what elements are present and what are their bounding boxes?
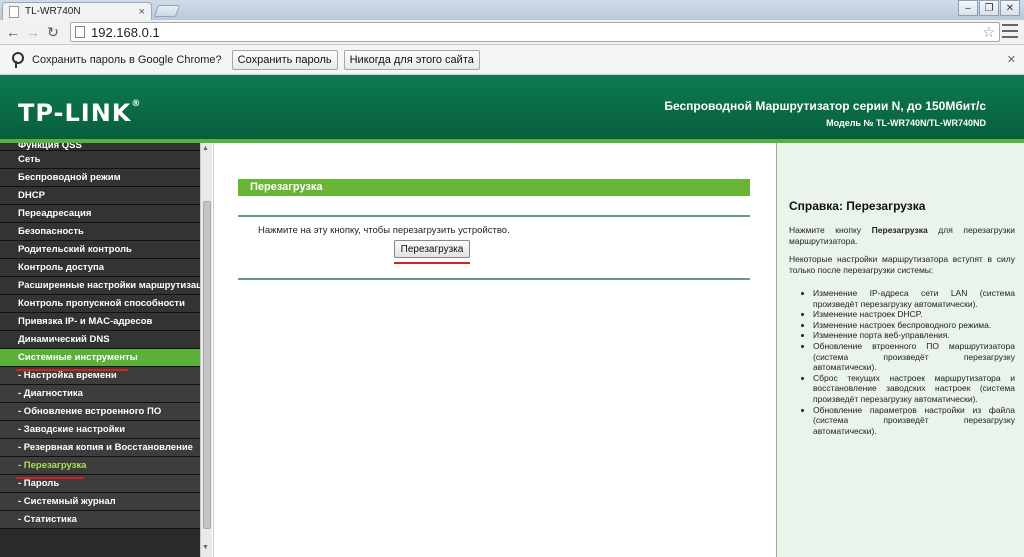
page-title: Перезагрузка: [238, 179, 750, 196]
url-text: 192.168.0.1: [91, 24, 160, 40]
browser-tabstrip: TL-WR740N × – ❐ ✕: [0, 0, 1024, 20]
help-list-item: Изменение настроек беспроводного режима.: [813, 320, 1015, 331]
chrome-menu-icon[interactable]: [1002, 24, 1018, 38]
scroll-up-icon[interactable]: ▲: [202, 145, 209, 152]
router-title: Беспроводной Маршрутизатор серии N, до 1…: [664, 99, 986, 113]
router-header: TP-LINK® Беспроводной Маршрутизатор сери…: [0, 75, 1024, 143]
sidebar-subitem-reboot[interactable]: - Перезагрузка: [0, 457, 200, 475]
browser-tab[interactable]: TL-WR740N ×: [2, 2, 152, 20]
restore-icon[interactable]: ❐: [979, 0, 999, 16]
help-paragraph-2: Некоторые настройки маршрутизатора вступ…: [789, 254, 1015, 275]
address-bar[interactable]: 192.168.0.1 ☆: [70, 22, 1000, 42]
system-tools-underline: [16, 369, 128, 371]
scrollbar-thumb[interactable]: [203, 201, 211, 529]
sidebar-item-ddns[interactable]: Динамический DNS: [0, 331, 200, 349]
page-icon: [75, 26, 85, 38]
page-favicon-icon: [9, 5, 19, 18]
help-list-item: Сброс текущих настроек маршрутизатора и …: [813, 373, 1015, 405]
sidebar-subitem-diagnostics[interactable]: - Диагностика: [0, 385, 200, 403]
save-password-infobar: Сохранить пароль в Google Chrome? Сохран…: [0, 45, 1024, 75]
reload-icon[interactable]: ↻: [44, 23, 62, 41]
tp-link-logo: TP-LINK®: [18, 99, 142, 127]
save-password-button[interactable]: Сохранить пароль: [231, 49, 338, 70]
divider-bottom: [238, 278, 750, 280]
infobar-close-icon[interactable]: ✕: [1007, 53, 1016, 66]
help-paragraph-1: Нажмите кнопку Перезагрузка для перезагр…: [789, 225, 1015, 246]
sidebar-item-security[interactable]: Безопасность: [0, 223, 200, 241]
sidebar-item-parental-control[interactable]: Родительский контроль: [0, 241, 200, 259]
tab-close-icon[interactable]: ×: [139, 6, 145, 18]
tab-title: TL-WR740N: [25, 6, 81, 17]
window-controls: – ❐ ✕: [958, 0, 1020, 16]
help-panel: Справка: Перезагрузка Нажмите кнопку Пер…: [776, 143, 1024, 557]
reboot-item-underline: [16, 477, 84, 479]
sidebar-scrollbar[interactable]: ▲ ▼: [200, 143, 212, 557]
help-title: Справка: Перезагрузка: [789, 199, 926, 213]
help-list: Изменение IP-адреса сети LAN (система пр…: [813, 288, 1015, 436]
sidebar-item-qss[interactable]: Функция QSS: [0, 143, 200, 151]
never-save-button[interactable]: Никогда для этого сайта: [343, 49, 480, 70]
sidebar-item-bandwidth-control[interactable]: Контроль пропускной способности: [0, 295, 200, 313]
back-arrow-icon[interactable]: ←: [4, 23, 22, 41]
bookmark-star-icon[interactable]: ☆: [982, 24, 995, 41]
help-list-item: Изменение настроек DHCP.: [813, 309, 1015, 320]
reboot-button[interactable]: Перезагрузка: [394, 240, 470, 258]
help-list-item: Изменение порта веб-управления.: [813, 330, 1015, 341]
forward-arrow-icon[interactable]: →: [24, 23, 42, 41]
sidebar-item-forwarding[interactable]: Переадресация: [0, 205, 200, 223]
new-tab-button[interactable]: [153, 5, 181, 17]
sidebar-item-advanced-routing[interactable]: Расширенные настройки маршрутизации: [0, 277, 200, 295]
router-model: Модель № TL-WR740N/TL-WR740ND: [826, 118, 986, 128]
sidebar-subitem-factory-defaults[interactable]: - Заводские настройки: [0, 421, 200, 439]
sidebar-subitem-backup-restore[interactable]: - Резервная копия и Восстановление: [0, 439, 200, 457]
sidebar-item-access-control[interactable]: Контроль доступа: [0, 259, 200, 277]
scroll-down-icon[interactable]: ▼: [202, 544, 209, 551]
sidebar-subitem-statistics[interactable]: - Статистика: [0, 511, 200, 529]
key-icon: [10, 51, 24, 68]
reboot-description: Нажмите на эту кнопку, чтобы перезагрузи…: [258, 225, 510, 236]
infobar-message: Сохранить пароль в Google Chrome?: [32, 53, 222, 66]
help-list-item: Изменение IP-адреса сети LAN (система пр…: [813, 288, 1015, 309]
sidebar-item-system-tools[interactable]: Системные инструменты: [0, 349, 200, 367]
sidebar-subitem-system-log[interactable]: - Системный журнал: [0, 493, 200, 511]
sidebar-item-wireless[interactable]: Беспроводной режим: [0, 169, 200, 187]
browser-toolbar: ← → ↻ 192.168.0.1 ☆: [0, 20, 1024, 45]
main-content: Перезагрузка Нажмите на эту кнопку, чтоб…: [213, 143, 776, 557]
sidebar-subitem-firmware-upgrade[interactable]: - Обновление встроенного ПО: [0, 403, 200, 421]
divider-top: [238, 215, 750, 217]
sidebar-item-network[interactable]: Сеть: [0, 151, 200, 169]
help-list-item: Обновление параметров настройки из файла…: [813, 405, 1015, 437]
sidebar-item-ip-mac-binding[interactable]: Привязка IP- и MAC-адресов: [0, 313, 200, 331]
reboot-button-underline: [394, 262, 470, 264]
help-list-item: Обновление втроенного ПО маршрутизатора …: [813, 341, 1015, 373]
minimize-icon[interactable]: –: [958, 0, 978, 16]
sidebar-item-dhcp[interactable]: DHCP: [0, 187, 200, 205]
sidebar-menu: Функция QSS Сеть Беспроводной режим DHCP…: [0, 143, 200, 557]
close-window-icon[interactable]: ✕: [1000, 0, 1020, 16]
